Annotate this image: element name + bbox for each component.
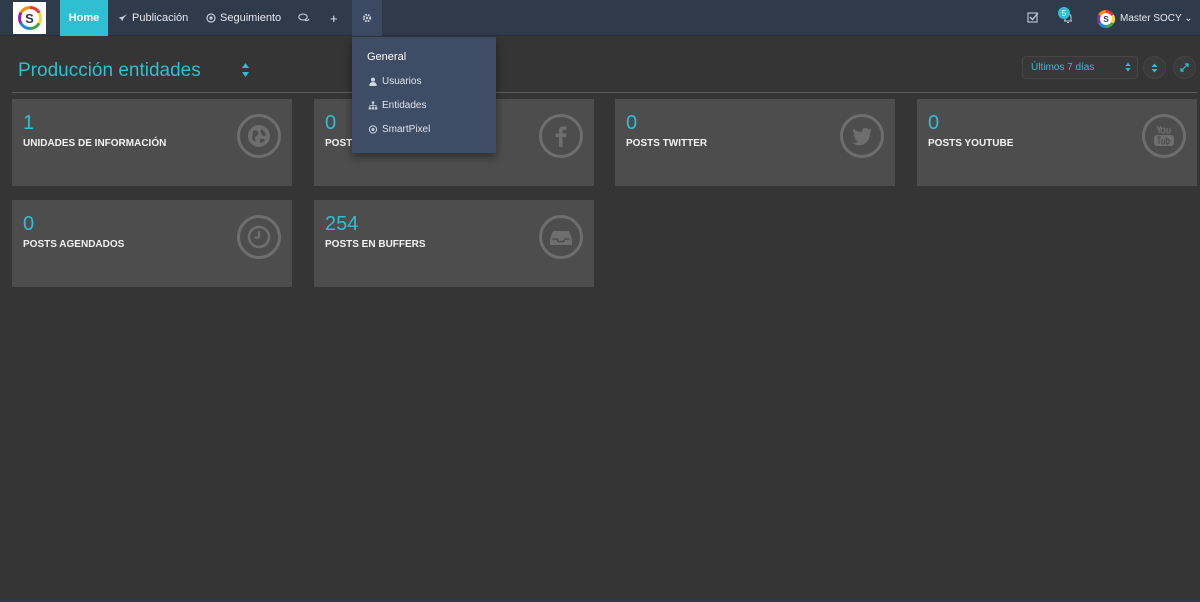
stat-card-twitter: 0 POSTS TWITTER <box>615 99 895 186</box>
clock-icon <box>237 215 281 259</box>
sort-options-button[interactable] <box>1143 56 1166 79</box>
stat-value: 0 <box>23 213 35 235</box>
logo-ring-icon: S <box>17 6 42 30</box>
stat-label: POSTS YOUTUBE <box>928 138 1014 149</box>
sort-toggle[interactable] <box>241 62 250 80</box>
sort-icon <box>242 63 249 77</box>
gear-icon <box>362 13 372 23</box>
avatar-letter: S <box>1100 13 1112 25</box>
check-square-icon <box>1027 12 1039 23</box>
globe-icon <box>237 114 281 158</box>
stat-label: POSTS TWITTER <box>626 138 708 149</box>
settings-dropdown: General Usuarios Entidades SmartPixel <box>352 37 496 153</box>
target-icon <box>206 13 216 23</box>
stat-value: 0 <box>325 112 337 134</box>
youtube-icon <box>1142 114 1186 158</box>
nav-seguimiento-label: Seguimiento <box>220 12 282 24</box>
menu-item-entidades[interactable]: Entidades <box>368 100 426 111</box>
stat-card-buffers: 254 POSTS EN BUFFERS <box>314 200 594 287</box>
stat-label: POSTS EN BUFFERS <box>325 239 426 250</box>
stat-value: 0 <box>928 112 940 134</box>
stat-value: 254 <box>325 213 359 235</box>
plus-icon: + <box>330 10 338 26</box>
menu-item-label: Usuarios <box>382 76 422 87</box>
header-divider <box>12 92 1197 93</box>
menu-item-usuarios[interactable]: Usuarios <box>368 76 421 87</box>
menu-item-smartpixel[interactable]: SmartPixel <box>368 124 430 135</box>
facebook-icon <box>539 114 583 158</box>
date-range-value: Últimos 7 días <box>1031 62 1095 73</box>
rocket-icon <box>119 14 127 21</box>
comments-icon <box>298 13 310 22</box>
sort-icon <box>1151 63 1158 72</box>
nav-settings[interactable] <box>352 0 382 36</box>
menu-item-label: SmartPixel <box>382 124 431 135</box>
user-name-label: Master SOCY <box>1120 13 1182 24</box>
stat-card-unidades: 1 UNIDADES DE INFORMACIÓN <box>12 99 292 186</box>
user-icon <box>369 77 377 86</box>
sitemap-icon <box>368 101 378 110</box>
chevron-down-icon: ⌄ <box>1184 13 1193 24</box>
expand-icon <box>1180 63 1189 72</box>
user-menu[interactable]: Master SOCY ⌄ <box>1120 13 1193 24</box>
fullscreen-button[interactable] <box>1173 56 1196 79</box>
stat-value: 0 <box>626 112 638 134</box>
stat-label: POSTS AGENDADOS <box>23 239 125 250</box>
notification-badge: 5 <box>1058 7 1070 19</box>
dropdown-header: General <box>367 51 407 63</box>
date-range-select[interactable]: Últimos 7 días <box>1022 56 1138 79</box>
nav-publicacion-label: Publicación <box>132 12 189 24</box>
stat-card-youtube: 0 POSTS YOUTUBE <box>917 99 1197 186</box>
app-logo[interactable]: S <box>13 2 46 34</box>
select-caret-icon <box>1125 62 1131 72</box>
nav-home[interactable]: Home <box>60 0 108 36</box>
page-title: Producción entidades <box>18 60 201 81</box>
nav-add[interactable]: + <box>330 0 338 36</box>
target-icon <box>368 125 378 134</box>
stat-value: 1 <box>23 112 35 134</box>
top-navbar: S Home Publicación Seguimiento + 5 S Mas… <box>0 0 1200 36</box>
inbox-icon <box>539 215 583 259</box>
twitter-icon <box>840 114 884 158</box>
stat-card-agendados: 0 POSTS AGENDADOS <box>12 200 292 287</box>
nav-publicacion[interactable]: Publicación <box>118 0 188 36</box>
tasks-button[interactable] <box>1027 11 1039 26</box>
nav-messages[interactable] <box>298 0 310 36</box>
menu-item-label: Entidades <box>382 100 427 111</box>
nav-seguimiento[interactable]: Seguimiento <box>206 0 281 36</box>
stat-label: UNIDADES DE INFORMACIÓN <box>23 138 167 149</box>
user-avatar[interactable]: S <box>1097 10 1115 28</box>
logo-letter: S <box>20 9 39 27</box>
